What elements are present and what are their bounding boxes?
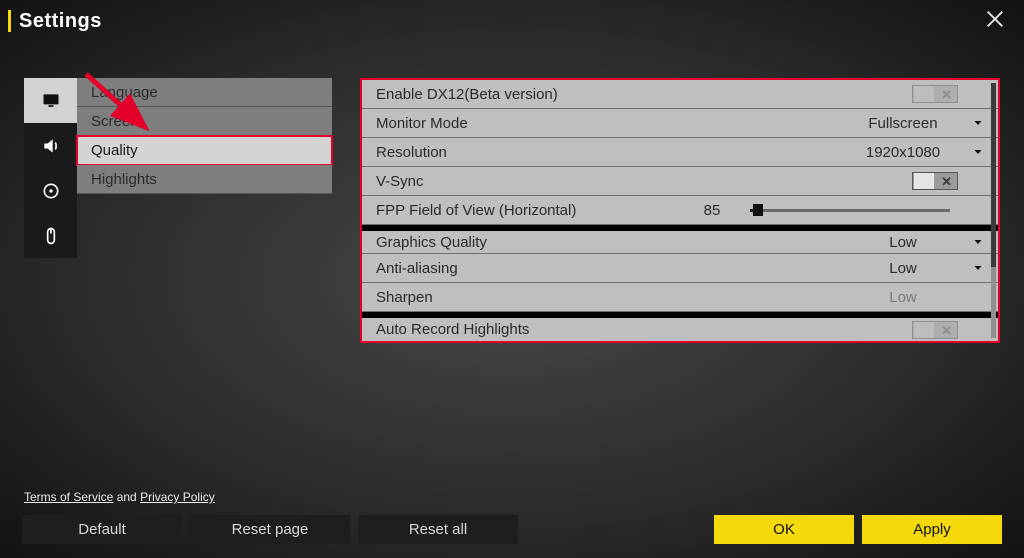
chevron-down-icon xyxy=(972,236,984,248)
tab-controls[interactable] xyxy=(24,168,77,213)
submenu-item-screen[interactable]: Screen xyxy=(77,107,332,136)
row-auto-record: Auto Record Highlights ✕ xyxy=(362,312,998,341)
accent-stripe xyxy=(8,10,11,32)
chevron-down-icon xyxy=(972,117,984,129)
link-tos[interactable]: Terms of Service xyxy=(24,490,113,504)
ok-button[interactable]: OK xyxy=(714,515,854,544)
row-value: Low xyxy=(848,260,958,277)
submenu: Language Screen Quality Highlights xyxy=(77,78,332,258)
row-anti-aliasing[interactable]: Anti-aliasing Low xyxy=(362,254,998,283)
tab-display[interactable] xyxy=(24,78,77,123)
crosshair-icon xyxy=(41,181,61,201)
fov-value: 85 xyxy=(692,202,732,219)
chevron-down-icon xyxy=(972,146,984,158)
row-label: Auto Record Highlights xyxy=(376,321,529,338)
row-label: Enable DX12(Beta version) xyxy=(376,86,558,103)
row-label: Monitor Mode xyxy=(376,115,468,132)
reset-page-button[interactable]: Reset page xyxy=(190,515,350,544)
category-tabs xyxy=(24,78,77,258)
row-sharpen: Sharpen Low xyxy=(362,283,998,312)
submenu-item-language[interactable]: Language xyxy=(77,78,332,107)
row-graphics-quality[interactable]: Graphics Quality Low xyxy=(362,225,998,254)
settings-panel: Enable DX12(Beta version) ✕ Monitor Mode… xyxy=(360,78,1000,343)
row-vsync: V-Sync ✕ xyxy=(362,167,998,196)
row-label: Graphics Quality xyxy=(376,234,487,251)
tab-audio[interactable] xyxy=(24,123,77,168)
row-resolution[interactable]: Resolution 1920x1080 xyxy=(362,138,998,167)
legal-text: Terms of Service and Privacy Policy xyxy=(24,490,215,504)
speaker-icon xyxy=(41,136,61,156)
scrollbar-thumb[interactable] xyxy=(991,83,996,267)
row-label: Sharpen xyxy=(376,289,433,306)
row-monitor-mode[interactable]: Monitor Mode Fullscreen xyxy=(362,109,998,138)
row-value: Low xyxy=(848,234,958,251)
row-value: Low xyxy=(848,289,958,306)
toggle-auto-record[interactable]: ✕ xyxy=(912,321,958,339)
close-icon xyxy=(984,8,1006,30)
row-fov: FPP Field of View (Horizontal) 85 xyxy=(362,196,998,225)
fov-slider[interactable] xyxy=(750,209,950,212)
default-button[interactable]: Default xyxy=(22,515,182,544)
row-label: Resolution xyxy=(376,144,447,161)
toggle-vsync[interactable]: ✕ xyxy=(912,172,958,190)
row-enable-dx12: Enable DX12(Beta version) ✕ xyxy=(362,80,998,109)
reset-all-button[interactable]: Reset all xyxy=(358,515,518,544)
page-title: Settings xyxy=(19,10,102,33)
row-label: FPP Field of View (Horizontal) xyxy=(376,202,576,219)
footer-buttons: Default Reset page Reset all OK Apply xyxy=(22,515,1002,544)
tab-mouse[interactable] xyxy=(24,213,77,258)
submenu-item-highlights[interactable]: Highlights xyxy=(77,165,332,194)
row-value: 1920x1080 xyxy=(848,144,958,161)
scrollbar[interactable] xyxy=(991,83,996,338)
mouse-icon xyxy=(41,226,61,246)
chevron-down-icon xyxy=(972,262,984,274)
row-label: Anti-aliasing xyxy=(376,260,458,277)
apply-button[interactable]: Apply xyxy=(862,515,1002,544)
row-label: V-Sync xyxy=(376,173,424,190)
toggle-dx12[interactable]: ✕ xyxy=(912,85,958,103)
monitor-icon xyxy=(41,91,61,111)
close-button[interactable] xyxy=(984,8,1006,35)
submenu-item-quality[interactable]: Quality xyxy=(77,136,332,165)
row-value: Fullscreen xyxy=(848,115,958,132)
link-privacy[interactable]: Privacy Policy xyxy=(140,490,215,504)
